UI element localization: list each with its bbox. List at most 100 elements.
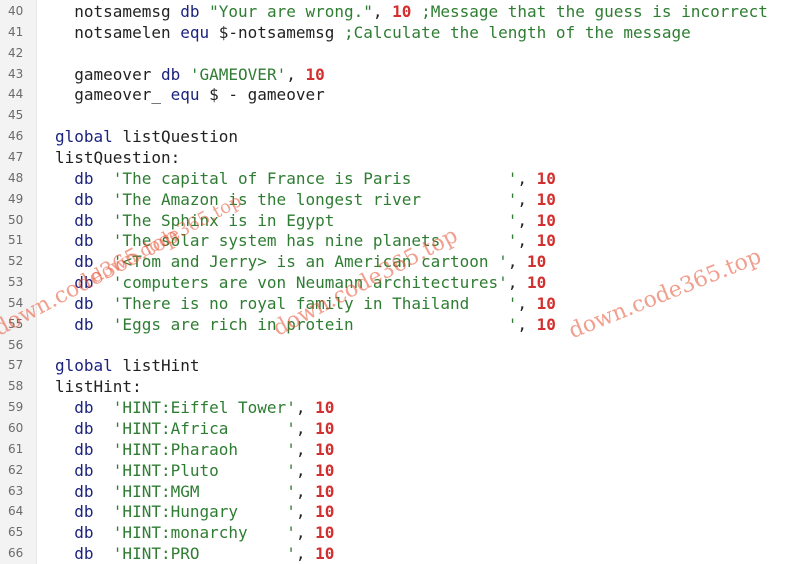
string-token: 'HINT:PRO ' — [112, 544, 296, 564]
line-number: 53 — [8, 275, 24, 290]
code-text[interactable]: db 'HINT:Pluto ', 10 — [55, 461, 334, 481]
keyword-token: db — [74, 168, 113, 188]
line-number: 65 — [8, 525, 24, 540]
code-text[interactable]: listHint: — [55, 377, 142, 397]
code-line[interactable]: 66 db 'HINT:PRO ', 10 — [0, 544, 790, 564]
code-token: notsamemsg — [74, 2, 181, 21]
code-line[interactable]: 42 — [0, 44, 790, 64]
line-number: 40 — [8, 4, 24, 18]
code-text[interactable]: db 'HINT:monarchy ', 10 — [55, 523, 334, 543]
comment-token: ;Message that the guess is incorrect — [421, 2, 768, 21]
keyword-token: equ — [170, 85, 210, 105]
code-line[interactable]: 61 db 'HINT:Pharaoh ', 10 — [0, 440, 790, 460]
code-text[interactable]: db 'HINT:Pharaoh ', 10 — [55, 440, 334, 460]
code-line[interactable]: 65 db 'HINT:monarchy ', 10 — [0, 523, 790, 543]
code-line[interactable]: 58 listHint: — [0, 377, 790, 397]
code-text[interactable]: gameover db 'GAMEOVER', 10 — [55, 64, 324, 85]
code-line[interactable]: 63 db 'HINT:MGM ', 10 — [0, 482, 790, 502]
code-line[interactable]: 45 — [0, 106, 790, 126]
string-token: 'HINT:Hungary ' — [112, 502, 296, 522]
code-text[interactable]: db 'Eggs are rich in protein ', 10 — [55, 315, 556, 335]
code-line[interactable]: 47 listQuestion: — [0, 148, 790, 168]
code-text[interactable]: global listQuestion — [55, 127, 238, 147]
number-token: 10 — [536, 168, 556, 188]
number-token: 10 — [315, 544, 335, 564]
code-line[interactable]: 51 db 'The solar system has nine planets… — [0, 231, 790, 251]
code-token: listHint — [122, 356, 200, 376]
code-text[interactable]: listQuestion: — [55, 148, 180, 168]
line-number: 54 — [8, 295, 24, 310]
number-token: 10 — [315, 523, 335, 543]
code-line[interactable]: 49 db 'The Amazon is the longest river '… — [0, 190, 790, 210]
line-number: 41 — [8, 24, 24, 39]
code-editor[interactable]: 40 notsamemsg db "Your are wrong.", 10 ;… — [0, 0, 790, 564]
line-number: 52 — [8, 254, 24, 269]
keyword-token: db — [160, 64, 190, 84]
code-text[interactable]: db 'HINT:Africa ', 10 — [55, 419, 334, 439]
line-number: 43 — [8, 66, 24, 81]
code-line[interactable]: 55 db 'Eggs are rich in protein ', 10 — [0, 315, 790, 335]
string-token: 'HINT:monarchy ' — [112, 523, 296, 543]
code-line[interactable]: 40 notsamemsg db "Your are wrong.", 10 ;… — [0, 2, 790, 22]
code-line[interactable]: 59 db 'HINT:Eiffel Tower', 10 — [0, 398, 790, 418]
code-line[interactable]: 52 db '<Tom and Jerry> is an American ca… — [0, 252, 790, 272]
line-number: 58 — [8, 379, 24, 394]
code-line[interactable]: 50 db 'The Sphinx is in Egypt ', 10 — [0, 211, 790, 231]
code-text[interactable]: db 'HINT:Hungary ', 10 — [55, 502, 334, 522]
line-number: 44 — [8, 87, 24, 102]
code-text[interactable]: db 'HINT:Eiffel Tower', 10 — [55, 398, 334, 418]
code-line[interactable]: 57 global listHint — [0, 356, 790, 376]
code-token: gameover_ — [74, 85, 171, 105]
string-token: 'Eggs are rich in protein ' — [112, 314, 518, 334]
code-line[interactable]: 53 db 'computers are von Neumann archite… — [0, 273, 790, 293]
code-line[interactable]: 41 notsamelen equ $-notsamemsg ;Calculat… — [0, 23, 790, 43]
code-line[interactable]: 43 gameover db 'GAMEOVER', 10 — [0, 65, 790, 85]
code-token: , — [517, 210, 537, 230]
code-text[interactable]: db 'The solar system has nine planets ',… — [55, 231, 556, 251]
code-token: , — [507, 273, 528, 293]
string-token: 'The solar system has nine planets ' — [112, 231, 518, 251]
string-token: 'HINT:Pharaoh ' — [112, 439, 296, 459]
keyword-token: db — [74, 189, 113, 209]
code-token: $-notsamemsg — [218, 22, 344, 42]
keyword-token: db — [74, 252, 113, 272]
string-token: 'HINT:Eiffel Tower' — [112, 398, 296, 418]
code-text[interactable]: global listHint — [55, 356, 200, 376]
string-token: 'There is no royal family in Thailand ' — [112, 293, 518, 313]
code-line[interactable]: 56 — [0, 336, 790, 356]
keyword-token: db — [74, 231, 113, 251]
code-line[interactable]: 60 db 'HINT:Africa ', 10 — [0, 419, 790, 439]
code-text[interactable]: db '<Tom and Jerry> is an American carto… — [55, 252, 546, 272]
code-text[interactable]: db 'The Amazon is the longest river ', 1… — [55, 190, 556, 210]
code-token: , — [517, 314, 537, 334]
keyword-token: global — [55, 356, 123, 376]
code-line[interactable]: 48 db 'The capital of France is Paris ',… — [0, 169, 790, 189]
number-token: 10 — [536, 231, 556, 251]
code-line[interactable]: 44 gameover_ equ $ - gameover — [0, 85, 790, 105]
code-text[interactable]: db 'The capital of France is Paris ', 10 — [55, 169, 556, 189]
code-text[interactable]: db 'HINT:MGM ', 10 — [55, 482, 334, 502]
code-line[interactable]: 54 db 'There is no royal family in Thail… — [0, 294, 790, 314]
code-line[interactable]: 46 global listQuestion — [0, 127, 790, 147]
code-line[interactable]: 62 db 'HINT:Pluto ', 10 — [0, 461, 790, 481]
code-token: $ - gameover — [209, 85, 325, 105]
code-token: , — [517, 231, 537, 251]
code-text[interactable]: gameover_ equ $ - gameover — [55, 85, 325, 105]
code-text[interactable]: db 'The Sphinx is in Egypt ', 10 — [55, 211, 556, 231]
code-text[interactable]: notsamemsg db "Your are wrong.", 10 ;Mes… — [55, 2, 768, 22]
code-text[interactable]: db 'computers are von Neumann architectu… — [55, 273, 546, 293]
code-line[interactable]: 64 db 'HINT:Hungary ', 10 — [0, 502, 790, 522]
code-text[interactable]: notsamelen equ $-notsamemsg ;Calculate t… — [55, 23, 691, 43]
code-text[interactable]: db 'There is no royal family in Thailand… — [55, 294, 556, 314]
code-text[interactable]: db 'HINT:PRO ', 10 — [55, 544, 334, 564]
